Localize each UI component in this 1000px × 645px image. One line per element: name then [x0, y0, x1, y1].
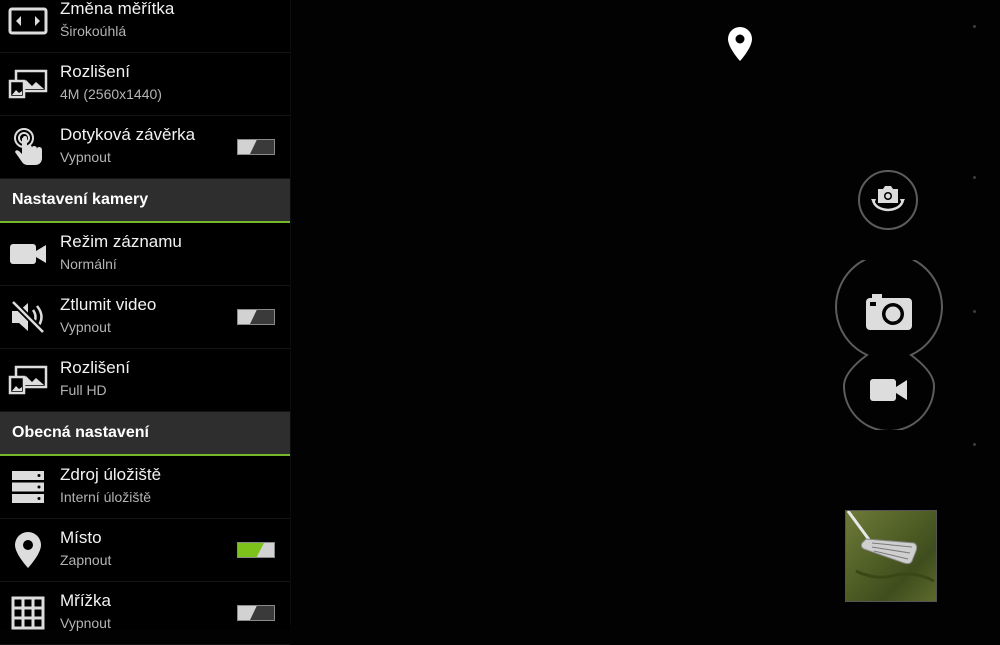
location-pin-icon [8, 531, 48, 569]
setting-title: Ztlumit video [60, 295, 157, 314]
setting-value: Vypnout [60, 319, 111, 335]
storage-icon [8, 468, 48, 506]
setting-value: Vypnout [60, 149, 111, 165]
setting-recording-mode[interactable]: Režim záznamu Normální [0, 223, 290, 286]
setting-title: Místo [60, 528, 102, 547]
toggle-knob [250, 140, 274, 154]
setting-title: Dotyková závěrka [60, 125, 196, 144]
setting-touch-shutter[interactable]: Dotyková závěrka Vypnout [0, 116, 290, 179]
setting-mute-video[interactable]: Ztlumit video Vypnout [0, 286, 290, 349]
shutter-button[interactable] [851, 276, 927, 352]
setting-title: Zdroj úložiště [60, 465, 162, 484]
record-video-button[interactable] [857, 362, 921, 422]
grid-icon [8, 594, 48, 632]
setting-value: Vypnout [60, 615, 111, 631]
touch-shutter-icon [8, 128, 48, 166]
setting-title: Rozlišení [60, 358, 130, 377]
image-resolution-icon [8, 361, 48, 399]
section-header-general: Obecná nastavení [0, 412, 290, 456]
setting-title: Rozlišení [60, 62, 130, 81]
image-resolution-icon [8, 65, 48, 103]
setting-title: Mřížka [60, 591, 111, 610]
section-title: Nastavení kamery [12, 191, 149, 208]
setting-storage[interactable]: Zdroj úložiště Interní úložiště [0, 456, 290, 519]
location-pin-icon [726, 26, 754, 67]
grid-toggle[interactable] [237, 605, 275, 621]
setting-video-resolution[interactable]: Rozlišení Full HD [0, 349, 290, 412]
aspect-ratio-icon [8, 2, 48, 40]
golf-club-photo [846, 511, 935, 583]
edge-indicator-dot [973, 443, 976, 446]
touch-shutter-toggle[interactable] [237, 139, 275, 155]
mute-icon [8, 298, 48, 336]
toggle-knob [250, 310, 274, 324]
video-camera-icon [8, 235, 48, 273]
last-photo-thumbnail[interactable] [845, 510, 937, 602]
setting-value: Zapnout [60, 552, 112, 568]
video-camera-icon [869, 377, 909, 408]
setting-value: Interní úložiště [60, 489, 152, 505]
edge-indicator-dot [973, 176, 976, 179]
setting-value: Širokoúhlá [60, 23, 127, 39]
setting-value: Normální [60, 256, 117, 272]
edge-indicator-dot [973, 310, 976, 313]
setting-title: Změna měřítka [60, 0, 175, 18]
camera-icon [865, 293, 913, 336]
setting-title: Režim záznamu [60, 232, 182, 251]
setting-aspect-ratio[interactable]: Změna měřítka Širokoúhlá [0, 0, 290, 53]
setting-value: 4M (2560x1440) [60, 86, 162, 102]
toggle-knob [250, 606, 274, 620]
setting-photo-resolution[interactable]: Rozlišení 4M (2560x1440) [0, 53, 290, 116]
toggle-knob [238, 543, 264, 557]
switch-camera-icon [870, 183, 906, 218]
switch-camera-button[interactable] [858, 170, 918, 230]
setting-value: Full HD [60, 382, 107, 398]
section-title: Obecná nastavení [12, 424, 149, 441]
setting-grid[interactable]: Mřížka Vypnout [0, 582, 290, 645]
setting-location[interactable]: Místo Zapnout [0, 519, 290, 582]
edge-indicator-dot [973, 25, 976, 28]
settings-panel: Změna měřítka Širokoúhlá Rozlišení 4M (2… [0, 0, 290, 645]
location-toggle[interactable] [237, 542, 275, 558]
section-header-camera: Nastavení kamery [0, 179, 290, 223]
viewfinder[interactable] [291, 0, 1000, 625]
mute-video-toggle[interactable] [237, 309, 275, 325]
